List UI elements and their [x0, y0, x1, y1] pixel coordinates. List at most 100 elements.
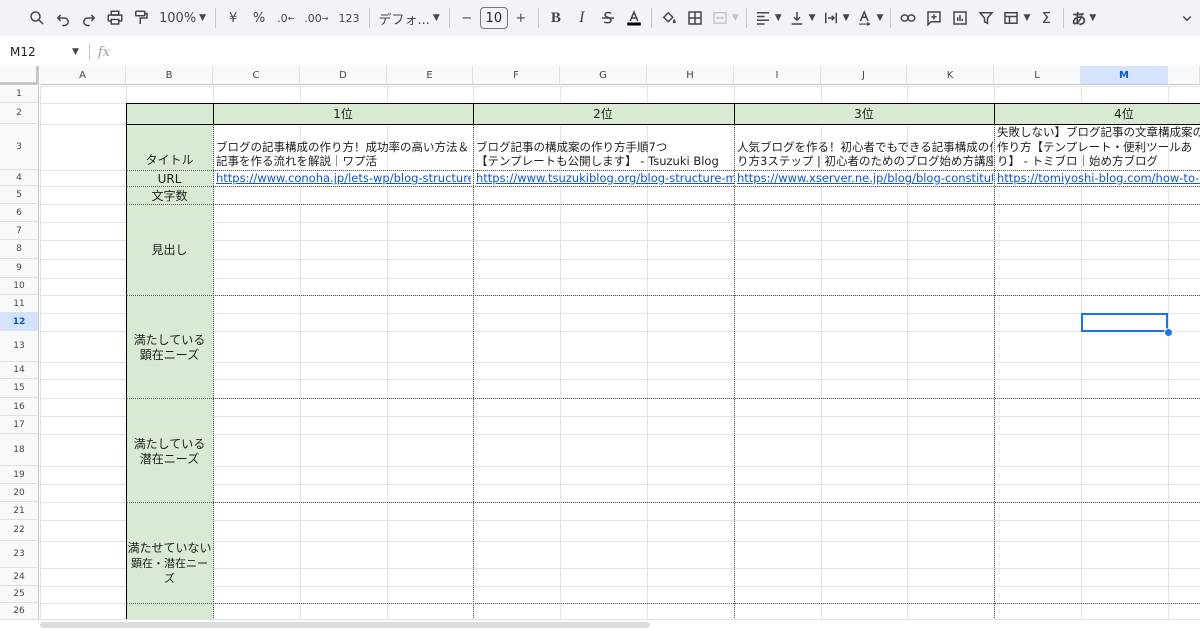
dotted-border [126, 204, 1200, 205]
column-header-m[interactable]: M [1081, 66, 1168, 85]
entry-title-line0: 失敗しない】ブログ記事の文章構成案の [997, 125, 1200, 139]
row-header-25[interactable]: 25 [0, 586, 39, 603]
row-header-7[interactable]: 7 [0, 222, 39, 240]
row-header-23[interactable]: 23 [0, 541, 39, 568]
border-line [213, 103, 214, 124]
gridline-h [40, 379, 1200, 380]
row-header-14[interactable]: 14 [0, 362, 39, 379]
row-header-22[interactable]: 22 [0, 520, 39, 541]
gridline-h [40, 541, 1200, 542]
row-header-12[interactable]: 12 [0, 313, 39, 331]
entry-title-line1: ブログの記事構成の作り方！成功率の高い方法＆ [216, 140, 469, 154]
rank-header-4: 4位 [1114, 107, 1134, 121]
gridline-h [40, 222, 1200, 223]
label-needs-1-line2: 顕在ニーズ [139, 348, 200, 362]
gridline-h [40, 466, 1200, 467]
entry-title-line1: 作り方【テンプレート・便利ツールあ [997, 140, 1193, 154]
entry-title-line2: り】 - トミブロ｜始め方ブログ [997, 154, 1158, 168]
selected-cell[interactable] [1081, 313, 1168, 332]
column-header-k[interactable]: K [907, 66, 994, 85]
entry-title-line1: 人気ブログを作る！初心者でもできる記事構成の作 [737, 140, 993, 154]
dotted-border [126, 502, 1200, 503]
row-header-16[interactable]: 16 [0, 398, 39, 416]
column-header-d[interactable]: D [300, 66, 387, 85]
row-header-2[interactable]: 2 [0, 103, 39, 124]
row-header-20[interactable]: 20 [0, 484, 39, 502]
column-header-l[interactable]: L [994, 66, 1081, 85]
row-header-9[interactable]: 9 [0, 259, 39, 278]
entry-title-line2: 【テンプレートも公開します】 - Tsuzuki Blog [476, 154, 719, 168]
gridline-h [40, 484, 1200, 485]
column-header-f[interactable]: F [473, 66, 560, 85]
column-header-g[interactable]: G [560, 66, 647, 85]
gridline-h [40, 568, 1200, 569]
gridline-h [40, 586, 1200, 587]
row-header-18[interactable]: 18 [0, 434, 39, 466]
sheet-grid: A B C D E F G H I J K L M 1 2 3 4 5 6 7 8 9 10 11 12 13 14 15 16 17 18… [0, 0, 1200, 630]
row-header-17[interactable]: 17 [0, 416, 39, 434]
row-header-1[interactable]: 1 [0, 86, 39, 103]
gridline-v [40, 86, 41, 620]
row-header-10[interactable]: 10 [0, 278, 39, 295]
column-header-c[interactable]: C [213, 66, 300, 85]
entry-url-link[interactable]: https://www.conoha.jp/lets-wp/blog-struc… [216, 171, 471, 186]
rank-header-1: 1位 [333, 107, 353, 121]
gridline-h [40, 520, 1200, 521]
gridline-h [40, 240, 1200, 241]
row-header-26[interactable]: 26 [0, 603, 39, 620]
label-title: タイトル [145, 153, 194, 167]
column-header-e[interactable]: E [387, 66, 473, 85]
label-needs-3-line2: 顕在・潜在ニーズ [131, 557, 208, 585]
gridline-h [40, 86, 1200, 87]
border-line [473, 103, 474, 124]
gridline-h [40, 416, 1200, 417]
row-header-21[interactable]: 21 [0, 502, 39, 520]
column-header-i[interactable]: I [734, 66, 821, 85]
rank-header-2: 2位 [593, 107, 613, 121]
row-header-24[interactable]: 24 [0, 568, 39, 586]
row-header-11[interactable]: 11 [0, 295, 39, 313]
select-all-corner[interactable] [0, 66, 39, 85]
entry-url-link[interactable]: https://tomiyoshi-blog.com/how-to-struct… [997, 171, 1200, 186]
column-header-overflow[interactable] [1168, 66, 1200, 85]
rank-header-3: 3位 [854, 107, 874, 121]
row-header-5[interactable]: 5 [0, 186, 39, 204]
border-line [994, 103, 995, 124]
column-header-j[interactable]: J [821, 66, 907, 85]
dotted-border [126, 398, 1200, 399]
row-header-6[interactable]: 6 [0, 204, 39, 222]
entry-title-line1: ブログ記事の構成案の作り方手順7つ [476, 140, 668, 154]
row-header-3[interactable]: 3 [0, 124, 39, 170]
fill-handle[interactable] [1164, 328, 1173, 337]
gridline-h [40, 362, 1200, 363]
entry-title-line2: 記事を作る流れを解説｜ワプ活 [216, 154, 377, 168]
row-header-4[interactable]: 4 [0, 170, 39, 186]
row-header-8[interactable]: 8 [0, 240, 39, 259]
label-char-count: 文字数 [151, 189, 188, 203]
dotted-border [994, 124, 995, 620]
row-header-15[interactable]: 15 [0, 379, 39, 398]
gridline-h [40, 331, 1200, 332]
column-header-a[interactable]: A [40, 66, 126, 85]
border-line [734, 103, 735, 124]
gridline-h [40, 313, 1200, 314]
label-needs-1-line1: 満たしている [133, 333, 206, 347]
label-url: URL [157, 172, 182, 186]
column-header-h[interactable]: H [647, 66, 734, 85]
dotted-border [213, 124, 214, 620]
dotted-border [734, 124, 735, 620]
row-header-19[interactable]: 19 [0, 466, 39, 484]
dotted-border [126, 295, 1200, 296]
dotted-border [126, 603, 1200, 604]
entry-url-link[interactable]: https://www.xserver.ne.jp/blog/blog-cons… [737, 171, 993, 186]
dotted-border [473, 124, 474, 620]
column-header-b[interactable]: B [126, 66, 213, 85]
label-needs-3-line1: 満たせていない [127, 541, 212, 555]
entry-url-link[interactable]: https://www.tsuzukiblog.org/blog-structu… [476, 171, 734, 186]
border-line [126, 103, 1200, 104]
label-headings: 見出し [151, 243, 188, 257]
dotted-border [126, 186, 1200, 187]
horizontal-scrollbar[interactable] [40, 622, 650, 628]
gridline-h [40, 434, 1200, 435]
row-header-13[interactable]: 13 [0, 331, 39, 362]
